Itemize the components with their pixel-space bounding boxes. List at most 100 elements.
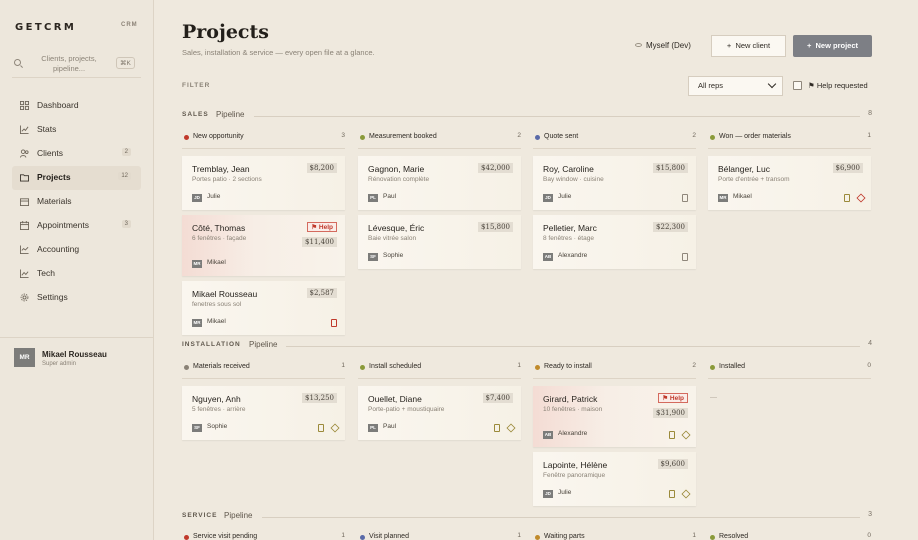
column-count: 1 — [341, 532, 345, 539]
card-amount: $31,900 — [653, 408, 688, 418]
sidebar-item-appointments[interactable]: Appointments 3 — [12, 214, 141, 238]
sidebar-item-clients[interactable]: Clients 2 — [12, 142, 141, 166]
rep-name: Alexandre — [558, 252, 588, 259]
status-dot — [535, 535, 540, 540]
column-label: New opportunity — [193, 133, 244, 140]
rep-avatar: SF — [192, 424, 202, 432]
search-icon — [14, 59, 21, 66]
project-card[interactable]: Pelletier, Marc 8 fenêtres · étage $22,3… — [533, 215, 696, 269]
package-icon — [330, 423, 340, 433]
folder-icon — [20, 174, 29, 182]
user-profile[interactable]: MR Mikael Rousseau Super admin — [0, 337, 154, 377]
card-description: 6 fenêtres · façade — [192, 235, 247, 242]
document-icon — [669, 490, 675, 498]
column-count: 3 — [341, 132, 345, 139]
project-card[interactable]: Lévesque, Éric Baie vitrée salon $15,800… — [358, 215, 521, 269]
new-client-label: New client — [735, 41, 771, 50]
status-dot — [184, 135, 189, 140]
project-card[interactable]: Ouellet, Diane Porte-patio + moustiquair… — [358, 386, 521, 440]
flag-icon: ⚑ — [808, 81, 817, 90]
section-count: 8 — [868, 110, 872, 117]
column-label: Measurement booked — [369, 133, 437, 140]
column-label: Won — order materials — [719, 133, 791, 140]
column-header: Materials received 1 — [182, 362, 345, 379]
sidebar-item-settings[interactable]: Settings — [12, 286, 141, 310]
project-card[interactable]: Mikael Rousseau fenetres sous sol $2,587… — [182, 281, 345, 335]
status-dot — [710, 535, 715, 540]
rep-avatar: MR — [192, 260, 202, 268]
sidebar-item-badge: 12 — [118, 172, 131, 180]
box-icon — [20, 198, 29, 206]
document-icon — [682, 253, 688, 261]
project-card[interactable]: Bélanger, Luc Porte d'entrée + transom $… — [708, 156, 871, 210]
help-flag-label: Help — [318, 224, 333, 231]
section-divider — [286, 346, 860, 347]
sidebar-item-projects[interactable]: Projects 12 — [12, 166, 141, 190]
rep-avatar: MR — [718, 194, 728, 202]
card-client-name: Girard, Patrick — [543, 394, 598, 404]
card-amount: $6,900 — [832, 163, 863, 173]
project-card[interactable]: Lapointe, Hélène Fenêtre panoramique $9,… — [533, 452, 696, 506]
search-placeholder: Clients, projects, pipeline... — [41, 54, 97, 73]
help-requested-label[interactable]: ⚑ Help requested — [808, 81, 868, 90]
status-dot — [360, 365, 365, 370]
chart-icon — [20, 269, 29, 278]
column-label: Waiting parts — [544, 533, 585, 540]
project-card[interactable]: Côté, Thomas 6 fenêtres · façade ⚑ Help … — [182, 215, 345, 276]
rep-avatar: MR — [192, 319, 202, 327]
card-description: Rénovation complète — [368, 176, 430, 183]
gear-icon — [20, 293, 29, 302]
rep-name: Mikael — [207, 318, 226, 325]
rep-avatar: JD — [543, 194, 553, 202]
section-pipeline: Pipeline — [224, 511, 253, 520]
column-header: Ready to install 2 — [533, 362, 696, 379]
avatar: MR — [14, 348, 35, 367]
sidebar-item-tech[interactable]: Tech — [12, 262, 141, 286]
card-description: Fenêtre panoramique — [543, 472, 606, 479]
sidebar-nav: Dashboard Stats Clients 2 Projects 12 Ma… — [12, 94, 141, 310]
help-requested-checkbox[interactable] — [793, 81, 802, 90]
card-amount: $15,800 — [653, 163, 688, 173]
section-divider — [262, 517, 860, 518]
new-project-button[interactable]: + New project — [793, 35, 872, 57]
document-icon — [844, 194, 850, 202]
help-flag-badge: ⚑ Help — [307, 222, 337, 232]
sidebar-item-label: Materials — [37, 196, 72, 206]
sidebar-item-stats[interactable]: Stats — [12, 118, 141, 142]
search-input[interactable]: Clients, projects, pipeline... ⌘K — [12, 50, 141, 78]
new-project-label: New project — [815, 41, 859, 50]
chart-icon — [20, 125, 29, 134]
status-dot — [360, 135, 365, 140]
column-label: Service visit pending — [193, 533, 258, 540]
project-card[interactable]: Nguyen, Anh 5 fenêtres · arrière $13,250… — [182, 386, 345, 440]
sidebar-item-accounting[interactable]: Accounting — [12, 238, 141, 262]
page-subtitle: Sales, installation & service — every op… — [182, 48, 375, 57]
eye-icon — [635, 43, 642, 47]
view-as-toggle[interactable]: Myself (Dev) — [635, 41, 691, 50]
project-card[interactable]: Tremblay, Jean Portes patio · 2 sections… — [182, 156, 345, 210]
section-name: SALES — [182, 111, 209, 118]
project-card[interactable]: Girard, Patrick 10 fenêtres · maison ⚑ H… — [533, 386, 696, 447]
column-label: Materials received — [193, 363, 250, 370]
rep-name: Sophie — [383, 252, 404, 259]
new-client-button[interactable]: + New client — [711, 35, 786, 57]
brand-logo[interactable]: GETCRM — [15, 22, 76, 33]
project-card[interactable]: Roy, Caroline Bay window · cuisine $15,8… — [533, 156, 696, 210]
project-card[interactable]: Gagnon, Marie Rénovation complète $42,00… — [358, 156, 521, 210]
card-amount: $7,400 — [482, 393, 513, 403]
sidebar-item-label: Projects — [37, 172, 71, 182]
column-count: 2 — [517, 132, 521, 139]
rep-avatar: AB — [543, 253, 553, 261]
rep-select[interactable]: All reps — [688, 76, 783, 96]
section-divider — [254, 116, 860, 117]
column-header: Visit planned 1 — [358, 532, 521, 540]
calendar-icon — [20, 221, 29, 230]
rep-select-value: All reps — [698, 81, 724, 90]
column-count: 0 — [867, 362, 871, 369]
brand-tag: CRM — [121, 22, 138, 28]
column-header: New opportunity 3 — [182, 132, 345, 149]
section-installation: INSTALLATION Pipeline 4 — [182, 340, 872, 352]
sidebar-item-materials[interactable]: Materials — [12, 190, 141, 214]
sidebar-item-label: Appointments — [37, 220, 89, 230]
sidebar-item-dashboard[interactable]: Dashboard — [12, 94, 141, 118]
